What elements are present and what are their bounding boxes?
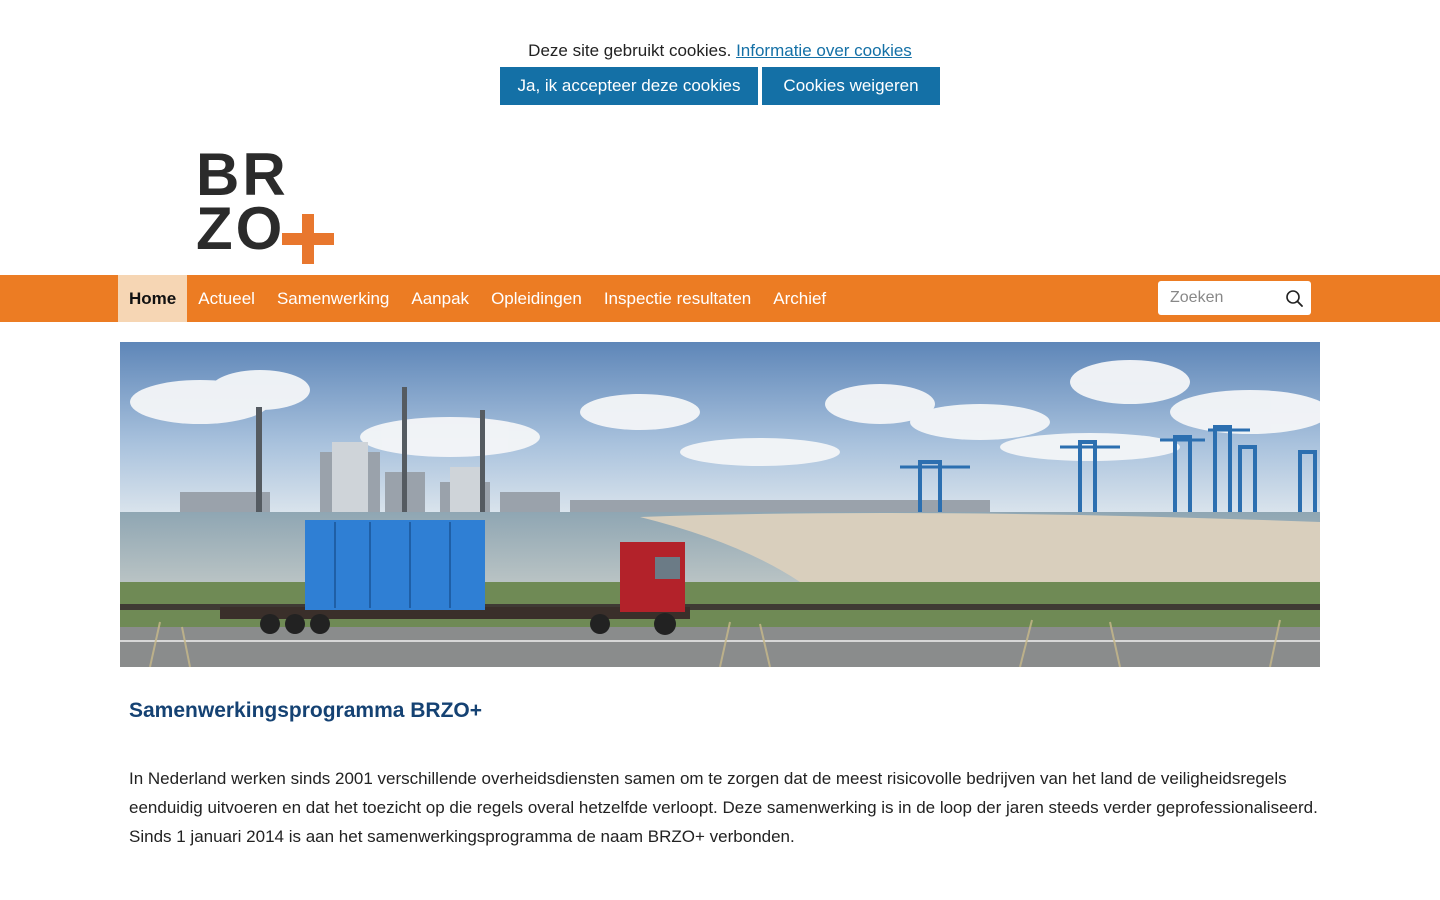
logo-letters: BR ZO <box>196 141 289 262</box>
nav-item-actueel[interactable]: Actueel <box>187 275 266 322</box>
logo-line-2: ZO <box>196 195 286 262</box>
accept-cookies-button[interactable]: Ja, ik accepteer deze cookies <box>500 67 758 105</box>
nav-item-inspectie-resultaten[interactable]: Inspectie resultaten <box>593 275 762 322</box>
intro-paragraph: In Nederland werken sinds 2001 verschill… <box>129 769 1318 846</box>
nav-item-aanpak[interactable]: Aanpak <box>400 275 480 322</box>
search-input[interactable] <box>1158 281 1288 315</box>
logo-line-1: BR <box>196 141 289 208</box>
logo-plus-icon <box>282 214 334 264</box>
nav-item-home[interactable]: Home <box>118 275 188 322</box>
nav-items: Home Actueel Samenwerking Aanpak Opleidi… <box>118 275 837 322</box>
search-icon[interactable] <box>1285 289 1303 307</box>
nav-item-opleidingen[interactable]: Opleidingen <box>480 275 593 322</box>
cookie-banner: Deze site gebruikt cookies. Informatie o… <box>0 38 1440 105</box>
page-title: Samenwerkingsprogramma BRZO+ <box>129 699 483 722</box>
main-navigation: Home Actueel Samenwerking Aanpak Opleidi… <box>0 275 1440 322</box>
cookie-buttons: Ja, ik accepteer deze cookies Cookies we… <box>0 67 1440 105</box>
brzo-logo[interactable]: BR ZO <box>196 145 336 266</box>
search-box <box>1158 281 1311 315</box>
main-content: Samenwerkingsprogramma BRZO+ In Nederlan… <box>129 696 1319 851</box>
nav-item-samenwerking[interactable]: Samenwerking <box>266 275 400 322</box>
refuse-cookies-button[interactable]: Cookies weigeren <box>762 67 940 105</box>
cookie-info-link[interactable]: Informatie over cookies <box>736 41 912 60</box>
cookie-text: Deze site gebruikt cookies. <box>528 41 732 60</box>
hero-image <box>120 342 1320 667</box>
harbour-truck-illustration <box>120 342 1320 667</box>
cookie-message: Deze site gebruikt cookies. Informatie o… <box>0 38 1440 64</box>
nav-item-archief[interactable]: Archief <box>762 275 837 322</box>
